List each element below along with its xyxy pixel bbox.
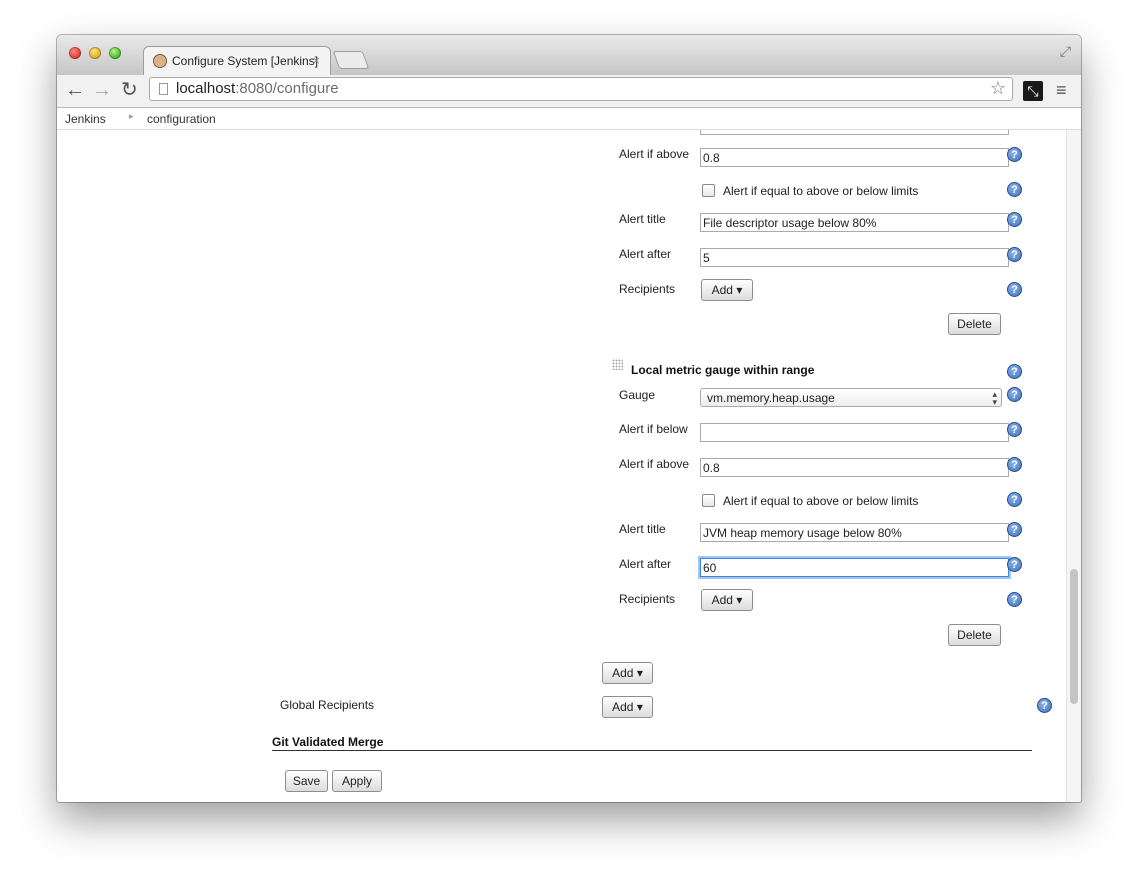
title-bar: Configure System [Jenkins] × ⤢ [57,35,1081,76]
equal-limits-checkbox[interactable] [702,184,715,197]
breadcrumb: Jenkins ▸ configuration [57,108,1081,130]
alert-after-input[interactable] [700,248,1009,267]
url-path: :8080/configure [235,80,339,97]
scrollbar-thumb[interactable] [1070,569,1078,704]
dropdown-caret-icon: ▾ [736,593,743,607]
alert-title-input[interactable] [700,523,1009,542]
global-recipients-label: Global Recipients [280,698,375,712]
close-window-button[interactable] [69,47,81,59]
alert-after-label: Alert after [619,557,672,571]
help-icon[interactable]: ? [1007,182,1022,197]
breadcrumb-separator-icon[interactable]: ▸ [129,111,134,122]
minimize-window-button[interactable] [89,47,101,59]
address-bar[interactable]: localhost:8080/configure ☆ [149,77,1013,101]
dropdown-caret-icon: ▾ [636,700,643,714]
help-icon[interactable]: ? [1007,592,1022,607]
bookmark-star-icon[interactable]: ☆ [990,78,1006,99]
help-icon[interactable]: ? [1007,364,1022,379]
add-recipient-button[interactable]: Add ▾ [701,589,753,611]
delete-alert-button[interactable]: Delete [948,624,1001,646]
gauge-select-value: vm.memory.heap.usage [707,391,835,405]
forward-arrow-icon[interactable]: → [92,78,112,102]
equal-limits-label: Alert if equal to above or below limits [723,494,919,508]
gauge-label: Gauge [619,388,656,402]
alert-title-input[interactable] [700,213,1009,232]
browser-toolbar: ← → ↻ localhost:8080/configure ☆ ⤡ ≡ [57,75,1081,108]
equal-limits-label: Alert if equal to above or below limits [723,184,919,198]
help-icon[interactable]: ? [1007,387,1022,402]
alert-if-above-input[interactable] [700,148,1009,167]
equal-limits-checkbox[interactable] [702,494,715,507]
select-arrows-icon: ▴ ▾ [992,389,997,407]
help-icon[interactable]: ? [1007,212,1022,227]
add-label: Add [711,593,733,607]
config-content: Alert if above ? Alert if equal to above… [57,130,1081,802]
tab-configure-system[interactable]: Configure System [Jenkins] × [143,46,331,76]
breadcrumb-jenkins[interactable]: Jenkins [65,112,106,126]
help-icon[interactable]: ? [1007,557,1022,572]
tab-close-icon[interactable]: × [312,53,320,68]
reload-icon[interactable]: ↻ [121,78,138,102]
dropdown-caret-icon: ▾ [636,666,643,680]
add-label: Add [711,283,733,297]
new-tab-button[interactable] [332,51,370,69]
extension-icon[interactable]: ⤡ [1023,81,1043,101]
jenkins-favicon-icon [153,54,167,68]
page-scrollbar[interactable] [1066,130,1081,802]
alert-after-label: Alert after [619,247,672,261]
add-recipient-button[interactable]: Add ▾ [701,279,753,301]
alert-title-label: Alert title [619,212,666,226]
alert-after-input[interactable] [700,558,1009,577]
tab-title: Configure System [Jenkins] [172,54,319,68]
add-label: Add [612,666,634,680]
recipients-label: Recipients [619,592,676,606]
zoom-window-button[interactable] [109,47,121,59]
help-icon[interactable]: ? [1007,147,1022,162]
section-title-git-validated-merge: Git Validated Merge [272,735,384,749]
alert-if-above-input[interactable] [700,458,1009,477]
help-icon[interactable]: ? [1007,422,1022,437]
url-text: localhost:8080/configure [176,80,339,97]
browser-menu-icon[interactable]: ≡ [1056,80,1067,101]
add-alert-button[interactable]: Add ▾ [602,662,653,684]
apply-button[interactable]: Apply [332,770,382,792]
back-arrow-icon[interactable]: ← [65,78,85,102]
fullscreen-icon[interactable]: ⤢ [1060,43,1071,60]
alert-if-above-label: Alert if above [619,147,690,161]
help-icon[interactable]: ? [1007,457,1022,472]
add-label: Add [612,700,634,714]
section-divider [272,750,1032,751]
save-button[interactable]: Save [285,770,328,792]
help-icon[interactable]: ? [1007,282,1022,297]
dropdown-caret-icon: ▾ [736,283,743,297]
delete-alert-button[interactable]: Delete [948,313,1001,335]
help-icon[interactable]: ? [1007,247,1022,262]
alert-if-below-input[interactable] [700,423,1009,442]
page-icon [159,83,168,95]
partial-input-field[interactable] [700,130,1009,135]
add-global-recipient-button[interactable]: Add ▾ [602,696,653,718]
recipients-label: Recipients [619,282,676,296]
drag-handle-icon[interactable] [612,359,623,370]
breadcrumb-configuration[interactable]: configuration [147,112,216,126]
help-icon[interactable]: ? [1037,698,1052,713]
help-icon[interactable]: ? [1007,522,1022,537]
section-title-gauge-range: Local metric gauge within range [631,363,815,377]
alert-if-below-label: Alert if below [619,422,688,436]
alert-title-label: Alert title [619,522,666,536]
browser-window: Configure System [Jenkins] × ⤢ ← → ↻ loc… [57,35,1081,802]
alert-if-above-label: Alert if above [619,457,690,471]
url-host: localhost [176,80,236,97]
gauge-select[interactable]: vm.memory.heap.usage ▴ ▾ [700,388,1002,407]
help-icon[interactable]: ? [1007,492,1022,507]
